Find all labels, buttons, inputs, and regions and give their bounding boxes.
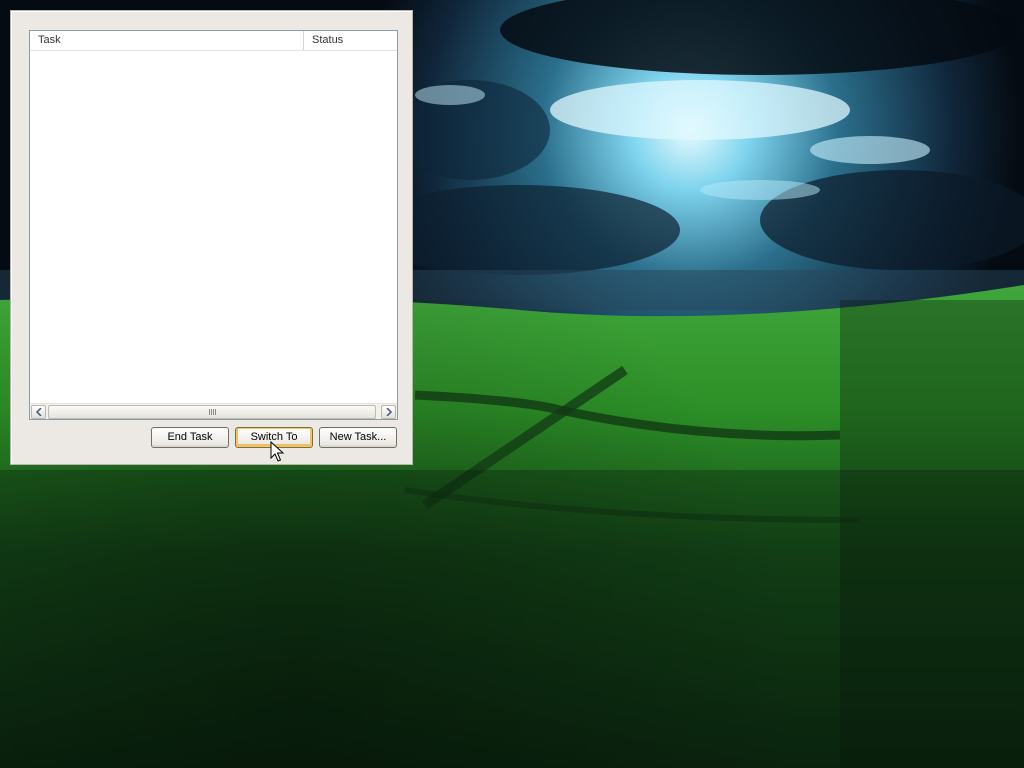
scroll-right-button[interactable] — [381, 405, 396, 419]
end-task-button[interactable]: End Task — [151, 427, 229, 448]
column-header-task[interactable]: Task — [30, 31, 304, 50]
column-header-status[interactable]: Status — [304, 31, 397, 50]
task-manager-window: Task Status End Task Switch To New Task.… — [10, 10, 413, 465]
task-list-header: Task Status — [30, 31, 397, 51]
mouse-pointer-icon — [270, 441, 285, 462]
scroll-left-button[interactable] — [31, 405, 46, 419]
new-task-button[interactable]: New Task... — [319, 427, 397, 448]
grip-icon — [209, 409, 216, 415]
horizontal-scrollbar[interactable] — [30, 403, 397, 419]
task-list[interactable]: Task Status — [29, 30, 398, 420]
arrow-right-icon — [385, 408, 392, 416]
arrow-left-icon — [35, 408, 42, 416]
desktop: Task Status End Task Switch To New Task.… — [0, 0, 1024, 768]
task-list-body[interactable] — [30, 51, 397, 403]
scroll-thumb[interactable] — [48, 405, 376, 419]
